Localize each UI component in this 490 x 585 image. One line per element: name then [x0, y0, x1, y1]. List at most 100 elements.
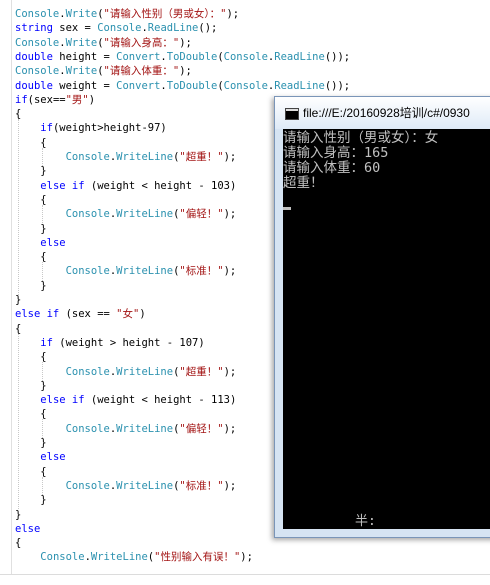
text-cursor: [283, 207, 291, 210]
code-type-name: Console: [65, 208, 110, 221]
code-type-name: WriteLine: [116, 422, 174, 435]
code-line: else if (weight < height - 103): [15, 179, 236, 193]
code-text: );: [223, 422, 237, 435]
code-string: "标准！": [179, 265, 224, 278]
code-type-name: WriteLine: [116, 265, 174, 278]
console-output-line: 超重！: [283, 175, 324, 191]
code-type-name: ToDouble: [166, 50, 218, 63]
console-output-area[interactable]: 请输入性别（男或女）：女 请输入身高：165 请输入体重：60 超重！ 半:: [283, 129, 490, 529]
code-type-name: Convert: [116, 79, 161, 92]
console-title: file:///E:/20160928培训/c#/0930: [303, 106, 470, 120]
code-type-name: Console: [15, 65, 60, 78]
code-line: }: [15, 508, 21, 522]
code-line: }: [15, 493, 46, 507]
code-line: if(sex=="男"): [15, 93, 95, 107]
console-output-line: 请输入身高：165: [283, 145, 389, 161]
console-titlebar[interactable]: file:///E:/20160928培训/c#/0930: [275, 97, 490, 129]
code-type-name: Console: [223, 79, 268, 92]
code-string: "请输入性别（男或女）：": [103, 8, 227, 20]
code-type-name: WriteLine: [116, 208, 174, 221]
code-text: weight =: [52, 79, 117, 92]
code-text: (weight < height - 103): [84, 179, 237, 192]
code-text: }: [15, 437, 47, 449]
code-text: ): [88, 93, 96, 106]
code-line: }: [15, 279, 47, 293]
code-string: "请输入体重：": [103, 65, 180, 78]
code-string: "女": [116, 308, 140, 321]
indent-guide: [18, 333, 19, 510]
code-text: );: [223, 479, 237, 492]
code-text: }: [15, 222, 47, 235]
code-type-name: Console: [65, 265, 110, 278]
code-string: "超重！": [179, 365, 224, 378]
code-string: "偏轻！": [179, 422, 224, 435]
console-output-line: 请输入性别（男或女）：女: [283, 130, 439, 146]
console-window-icon: [285, 108, 299, 120]
code-type-name: WriteLine: [116, 151, 174, 163]
code-text: }: [15, 279, 47, 292]
indent-guide: [42, 362, 43, 381]
code-text: (sex ==: [59, 308, 117, 321]
code-line: }: [15, 293, 21, 307]
console-window[interactable]: file:///E:/20160928培训/c#/0930 请输入性别（男或女）…: [274, 96, 490, 538]
code-type-name: Write: [65, 8, 98, 20]
code-text: (sex==: [27, 93, 66, 106]
code-type-name: Console: [65, 422, 110, 435]
code-keyword: if: [15, 93, 28, 106]
indent-guide: [42, 419, 43, 438]
code-type-name: Console: [15, 8, 60, 20]
indent-guide: [18, 119, 19, 295]
code-line: Console.WriteLine("偏轻！");: [15, 207, 237, 221]
code-text: }: [15, 379, 47, 392]
code-keyword: else: [40, 236, 66, 249]
code-keyword: else: [40, 451, 66, 464]
code-line: else: [15, 236, 66, 250]
code-text: sex =: [52, 22, 98, 35]
code-type-name: ReadLine: [274, 50, 325, 63]
code-type-name: Console: [97, 22, 142, 35]
code-line: Console.Write("请输入身高：");: [15, 36, 192, 50]
code-string: "偏轻！": [179, 208, 224, 221]
code-keyword: else: [15, 522, 41, 535]
code-string: "请输入身高：": [103, 36, 180, 49]
code-string: "男": [65, 93, 89, 106]
code-line: Console.Write("请输入体重：");: [15, 64, 192, 78]
code-text: );: [179, 65, 192, 78]
code-line: if(weight>height-97): [15, 121, 166, 135]
code-line: else if (sex == "女"): [15, 307, 146, 321]
code-keyword: string: [15, 22, 53, 35]
code-type-name: Console: [65, 479, 110, 492]
code-text: }: [15, 165, 47, 178]
code-line: Console.WriteLine("超重！");: [15, 150, 237, 164]
indent-guide: [42, 262, 43, 281]
code-type-name: Write: [65, 36, 98, 49]
outlining-margin: [2, 0, 12, 584]
code-keyword: double: [15, 79, 53, 92]
code-text: }: [15, 508, 22, 521]
code-text: );: [179, 36, 192, 49]
code-line: Console.WriteLine("超重！");: [15, 365, 237, 379]
code-type-name: Convert: [116, 50, 161, 63]
code-line: double weight = Convert.ToDouble(Console…: [15, 79, 350, 93]
code-line: double height = Convert.ToDouble(Console…: [15, 50, 350, 64]
code-line: if (weight > height - 107): [15, 336, 204, 350]
code-keyword: double: [15, 50, 53, 63]
code-text: ());: [324, 50, 351, 63]
code-type-name: ReadLine: [147, 22, 199, 35]
code-text: );: [223, 365, 237, 378]
code-string: "标准！": [179, 479, 224, 492]
code-line: }: [15, 436, 47, 450]
code-text: );: [226, 8, 240, 20]
code-text: ());: [324, 79, 351, 92]
code-string: "超重！": [179, 151, 224, 163]
code-type-name: Console: [65, 151, 110, 163]
code-line: else: [15, 450, 66, 464]
code-type-name: ReadLine: [274, 79, 325, 92]
code-type-name: ToDouble: [166, 79, 218, 92]
console-output-line: 请输入体重：60: [283, 160, 381, 176]
code-type-name: WriteLine: [90, 551, 148, 564]
